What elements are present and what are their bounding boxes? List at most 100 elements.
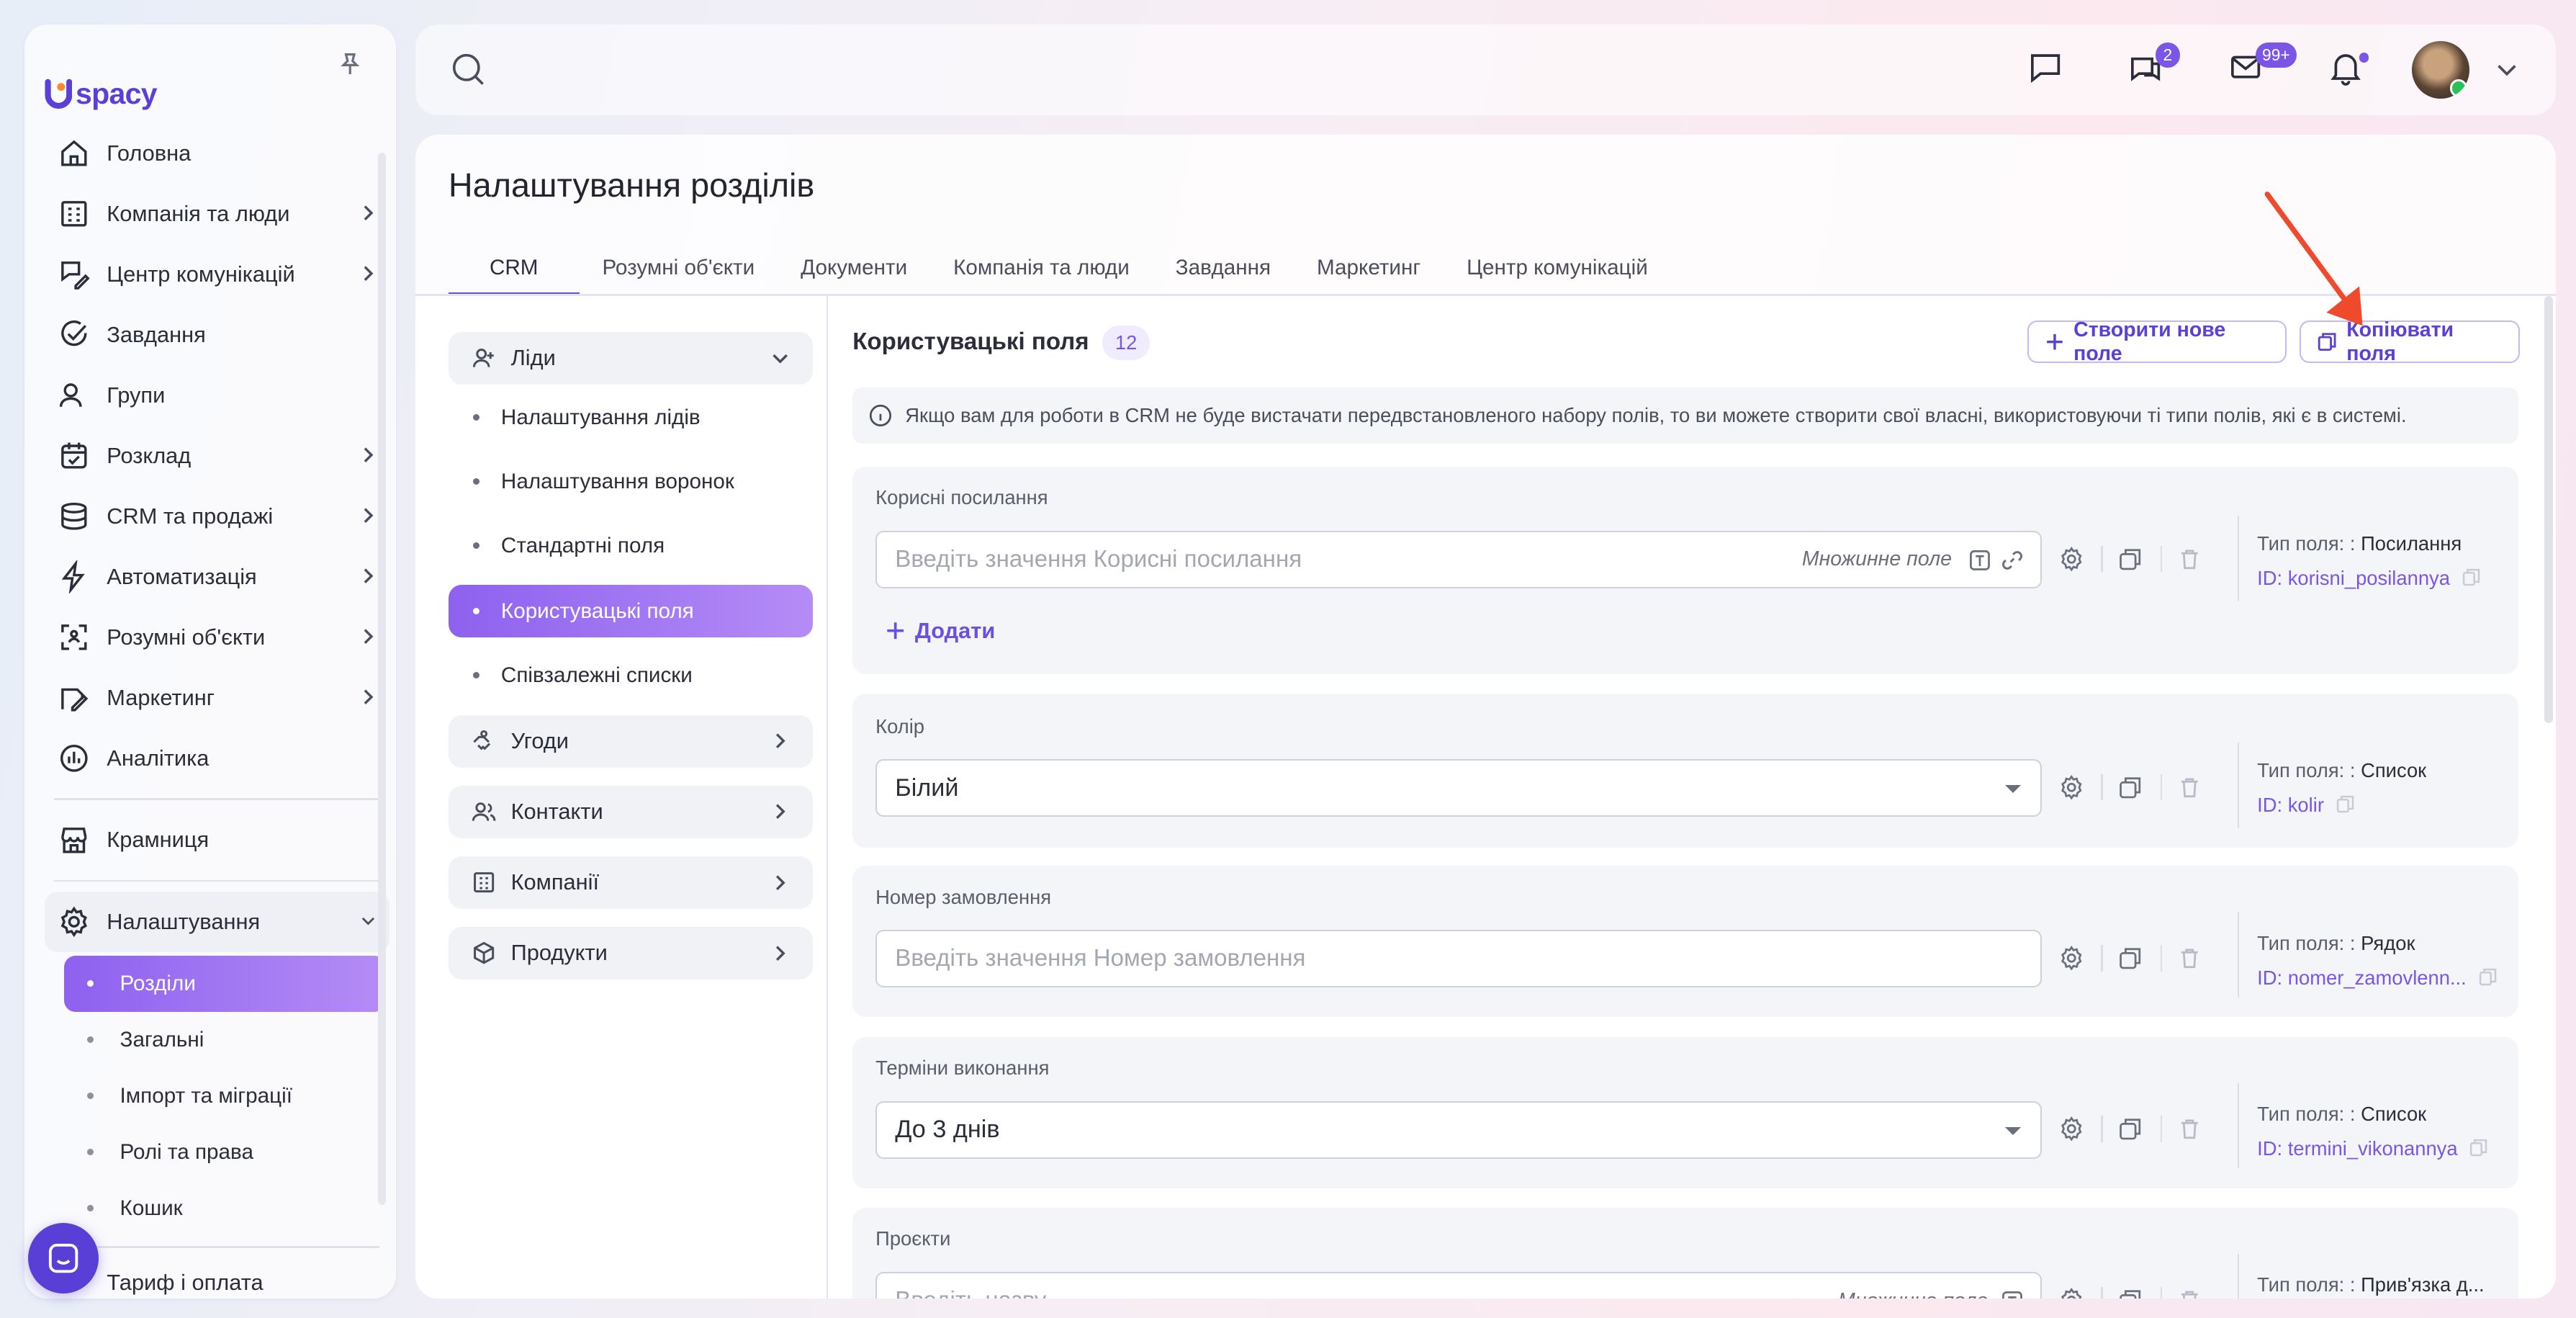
field-type: Тип поля: : Список bbox=[2257, 1103, 2426, 1126]
settings-sub-import[interactable]: Імпорт та міграції bbox=[64, 1068, 386, 1124]
nav-item-automation[interactable]: Автоматизація bbox=[45, 547, 389, 607]
annotation-arrow-icon bbox=[2264, 191, 2363, 326]
nav-item-tasks[interactable]: Завдання bbox=[45, 305, 389, 365]
group-products[interactable]: Продукти bbox=[448, 926, 814, 979]
text-format-icon[interactable] bbox=[2001, 1290, 2024, 1299]
tab-crm[interactable]: CRM bbox=[448, 246, 580, 296]
nav-item-schedule[interactable]: Розклад bbox=[45, 426, 389, 486]
crm-subnav: Ліди Налаштування лідів Налаштування вор… bbox=[415, 295, 828, 1299]
calendar-icon bbox=[60, 442, 87, 469]
settings-sub-roles[interactable]: Ролі та права bbox=[64, 1124, 386, 1180]
home-icon bbox=[60, 140, 87, 166]
fields-count-badge: 12 bbox=[1102, 325, 1150, 360]
nav-item-groups[interactable]: Групи bbox=[45, 365, 389, 426]
duplicate-icon[interactable] bbox=[2117, 1116, 2144, 1142]
settings-sub-general[interactable]: Загальні bbox=[64, 1012, 386, 1068]
create-field-button[interactable]: Створити нове поле bbox=[2027, 318, 2287, 365]
chevron-right-icon bbox=[776, 946, 785, 961]
field-card: Корисні посилання Введіть значення Корис… bbox=[852, 467, 2518, 674]
copy-icon[interactable] bbox=[2469, 1139, 2487, 1157]
nav-item-communications[interactable]: Центр комунікацій bbox=[45, 244, 389, 305]
nav-item-home[interactable]: Головна bbox=[45, 123, 389, 184]
building-icon bbox=[473, 872, 494, 893]
box-icon bbox=[473, 942, 494, 964]
duplicate-icon[interactable] bbox=[2117, 546, 2144, 573]
message-icon[interactable] bbox=[2027, 49, 2063, 85]
sidebar-scrollbar[interactable] bbox=[377, 153, 387, 1205]
field-input[interactable]: Введіть значення Корисні посилання Множи… bbox=[875, 530, 2043, 588]
tab-marketing[interactable]: Маркетинг bbox=[1294, 246, 1444, 295]
field-id[interactable]: ID: korisni_posilannya bbox=[2257, 567, 2480, 590]
field-id[interactable]: ID: nomer_zamovlenn... bbox=[2257, 967, 2496, 990]
nav-item-smart-objects[interactable]: Розумні об'єкти bbox=[45, 607, 389, 668]
standard-fields[interactable]: Стандартні поля bbox=[449, 519, 814, 572]
type-prefix: Тип поля: : bbox=[2257, 1103, 2356, 1126]
nav-item-analytics[interactable]: Аналітика bbox=[45, 728, 389, 789]
gear-icon[interactable] bbox=[2058, 1116, 2085, 1142]
trash-icon[interactable] bbox=[2176, 1116, 2203, 1142]
trash-icon[interactable] bbox=[2176, 774, 2203, 801]
tab-company[interactable]: Компанія та люди bbox=[930, 246, 1153, 295]
group-companies[interactable]: Компанії bbox=[448, 856, 814, 909]
custom-fields[interactable]: Користувацькі поля bbox=[448, 585, 814, 638]
copy-icon[interactable] bbox=[2479, 968, 2497, 986]
gear-icon[interactable] bbox=[2058, 1287, 2085, 1299]
gear-icon[interactable] bbox=[2058, 945, 2085, 972]
gear-icon[interactable] bbox=[2058, 774, 2085, 801]
bell-icon[interactable] bbox=[2328, 49, 2364, 86]
chevron-down-icon[interactable] bbox=[2495, 58, 2518, 81]
gear-icon[interactable] bbox=[2058, 546, 2085, 573]
users-icon bbox=[59, 383, 82, 408]
logo[interactable]: spacy bbox=[45, 76, 158, 112]
trash-icon[interactable] bbox=[2176, 1287, 2203, 1299]
tab-smart-objects[interactable]: Розумні об'єкти bbox=[580, 246, 778, 295]
field-select[interactable]: Білий bbox=[875, 759, 2043, 817]
separator bbox=[2160, 545, 2162, 573]
field-card: Терміни виконання До 3 днів Тип поля: : … bbox=[852, 1036, 2518, 1188]
nav-item-settings[interactable]: Налаштування bbox=[44, 892, 389, 953]
duplicate-icon[interactable] bbox=[2117, 1287, 2144, 1299]
nav-label: Компанія та люди bbox=[107, 201, 290, 227]
content-scrollbar[interactable] bbox=[2544, 295, 2553, 723]
user-avatar[interactable] bbox=[2411, 41, 2469, 99]
field-id[interactable]: ID: termini_vikonannya bbox=[2257, 1137, 2487, 1160]
search-icon[interactable] bbox=[450, 51, 486, 87]
settings-sub-trash[interactable]: Кошик bbox=[64, 1180, 386, 1237]
trash-icon[interactable] bbox=[2176, 945, 2203, 972]
group-contacts[interactable]: Контакти bbox=[448, 785, 814, 838]
duplicate-icon[interactable] bbox=[2117, 774, 2144, 801]
dependent-lists[interactable]: Співзалежні списки bbox=[449, 649, 814, 701]
tab-tasks[interactable]: Завдання bbox=[1153, 246, 1294, 295]
store-icon bbox=[60, 827, 87, 853]
database-icon bbox=[60, 503, 87, 530]
leads-settings[interactable]: Налаштування лідів bbox=[449, 391, 814, 444]
nav-item-marketing[interactable]: Маркетинг bbox=[45, 668, 389, 728]
group-deals[interactable]: Угоди bbox=[448, 714, 814, 768]
section-tabs: CRM Розумні об'єкти Документи Компанія т… bbox=[448, 246, 1671, 296]
link-icon[interactable] bbox=[2001, 549, 2024, 572]
field-input[interactable]: Введіть значення Номер замовлення bbox=[875, 930, 2043, 988]
field-input[interactable]: Введіть назву Множинне поле bbox=[875, 1272, 2043, 1299]
settings-sub-sections[interactable]: Розділи bbox=[63, 955, 387, 1012]
id-value: ID: korisni_posilannya bbox=[2257, 567, 2450, 590]
field-select[interactable]: До 3 днів bbox=[875, 1100, 2043, 1159]
field-label: Номер замовлення bbox=[875, 885, 1052, 908]
text-format-icon[interactable] bbox=[1968, 549, 1991, 572]
type-prefix: Тип поля: : bbox=[2257, 759, 2356, 782]
nav-item-crm[interactable]: CRM та продажі bbox=[45, 486, 389, 547]
field-id[interactable]: ID: kolir bbox=[2257, 794, 2354, 817]
nav-item-company[interactable]: Компанія та люди bbox=[45, 184, 389, 244]
nav-item-store[interactable]: Крамниця bbox=[45, 810, 389, 870]
copy-icon[interactable] bbox=[2462, 568, 2480, 586]
support-chat-button[interactable] bbox=[27, 1222, 99, 1294]
duplicate-icon[interactable] bbox=[2117, 945, 2144, 972]
trash-icon[interactable] bbox=[2176, 546, 2203, 573]
tab-communications[interactable]: Центр комунікацій bbox=[1444, 246, 1671, 295]
tab-documents[interactable]: Документи bbox=[778, 246, 930, 295]
chevron-right-icon bbox=[364, 689, 374, 705]
add-value-link[interactable]: Додати bbox=[886, 618, 995, 644]
funnel-settings[interactable]: Налаштування воронок bbox=[449, 455, 814, 508]
group-leads[interactable]: Ліди bbox=[448, 331, 814, 385]
pin-icon[interactable] bbox=[337, 51, 364, 78]
copy-icon[interactable] bbox=[2336, 795, 2354, 813]
